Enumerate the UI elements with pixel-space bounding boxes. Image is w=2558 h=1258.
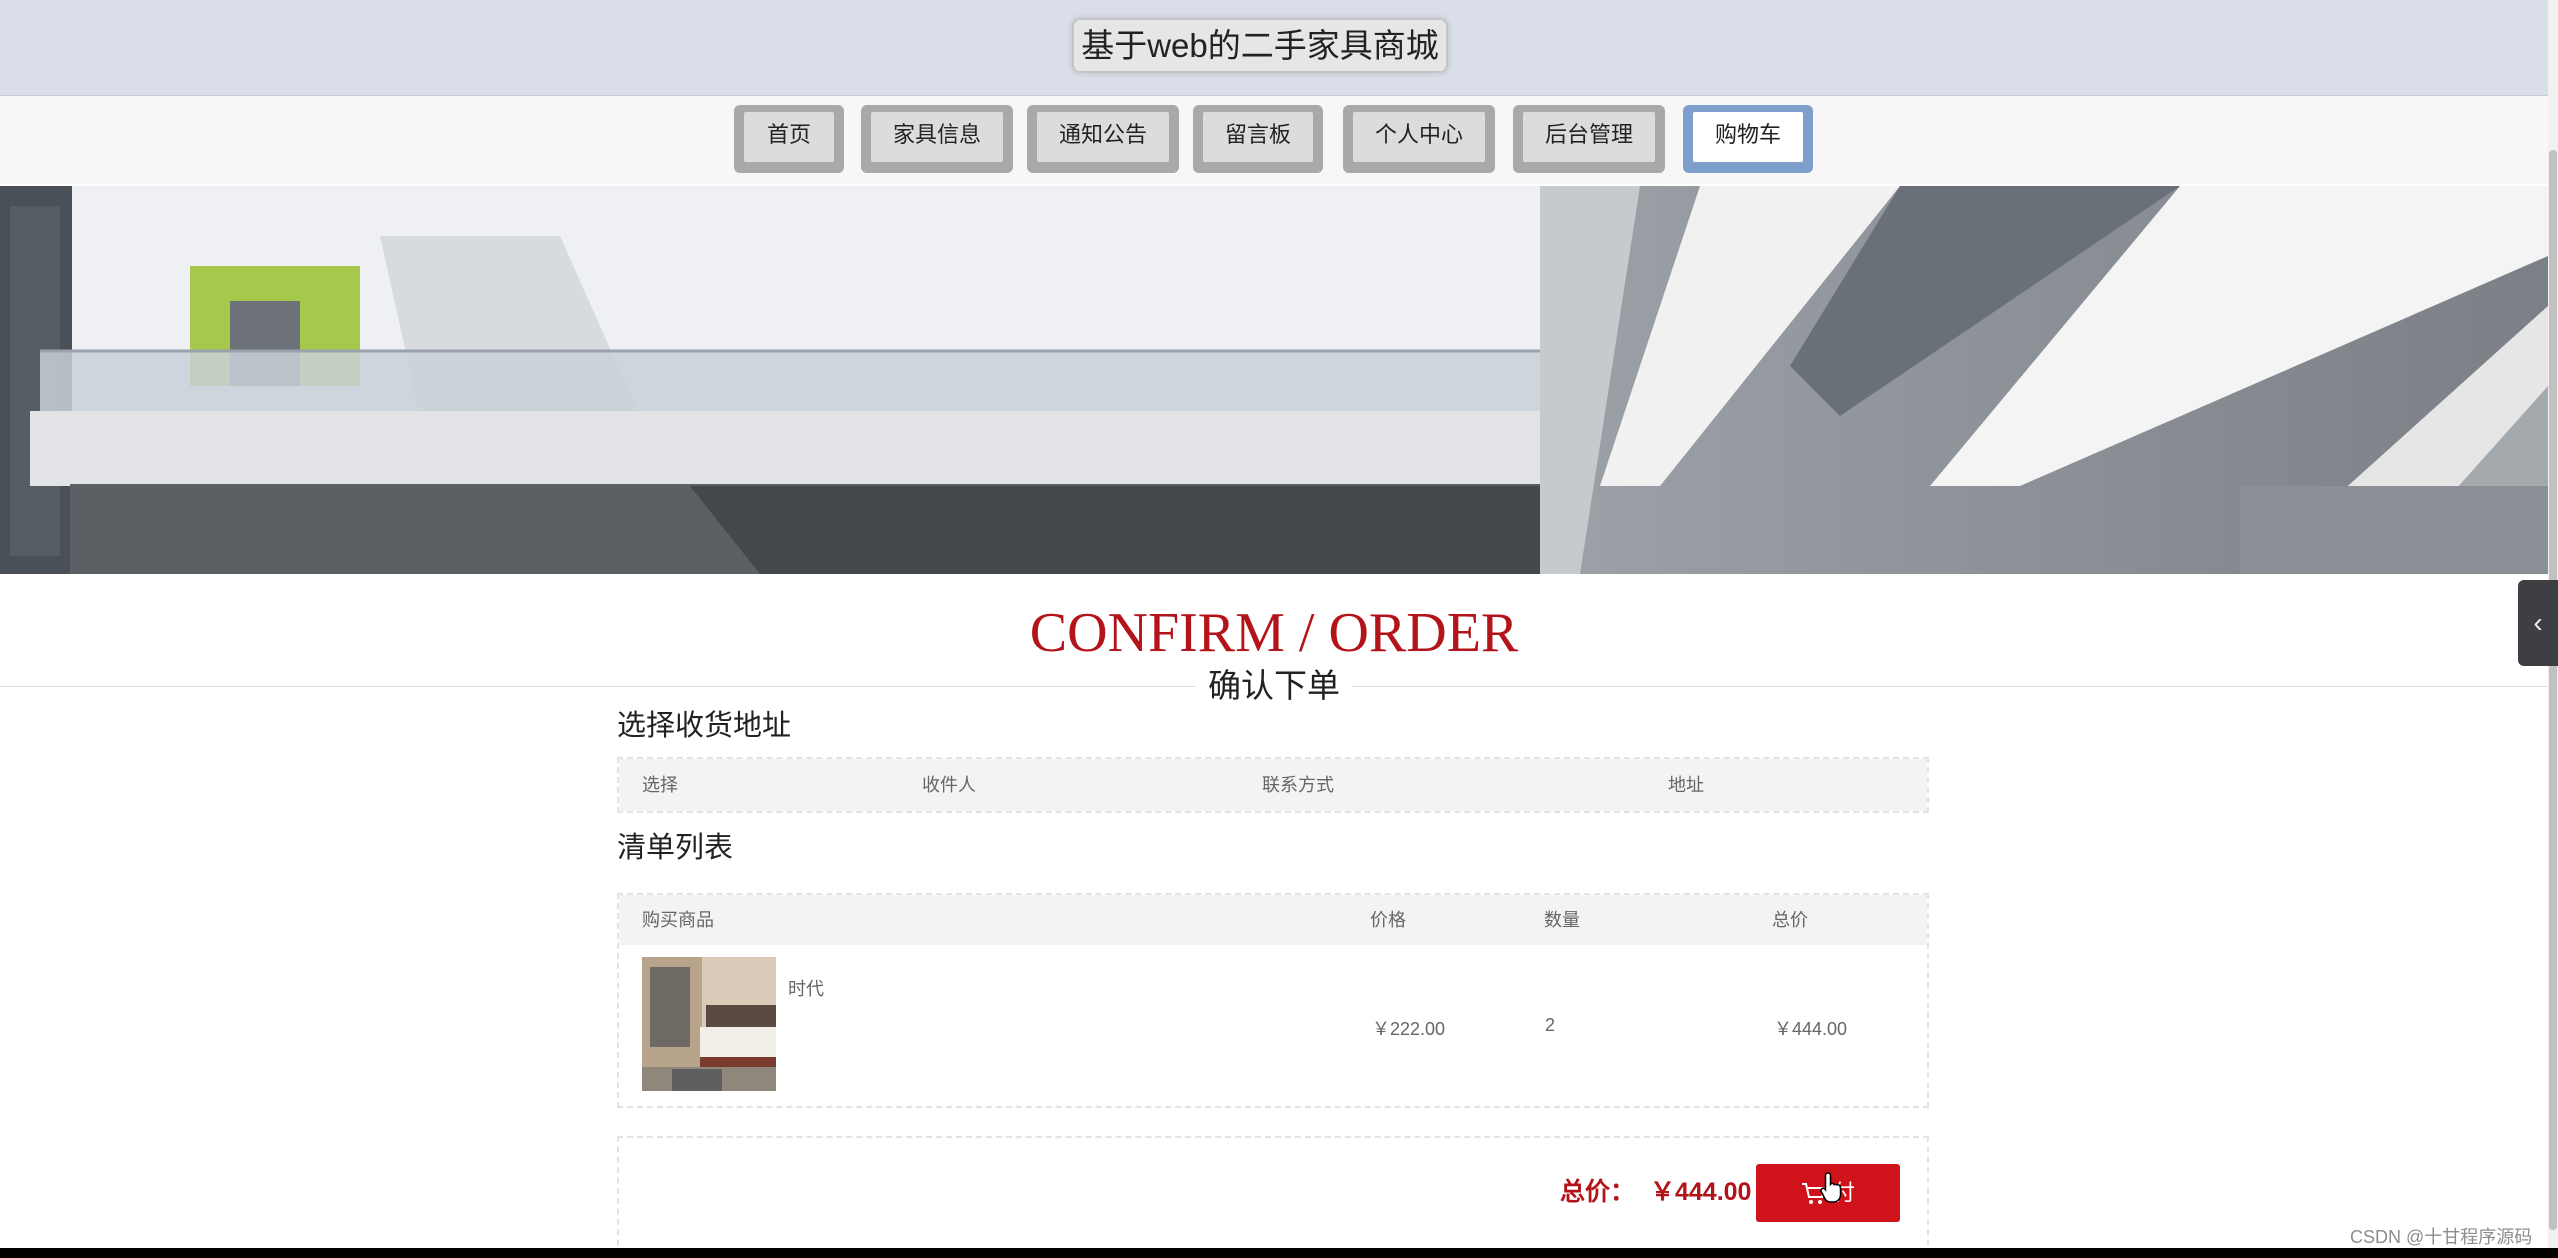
nav-label: 家具信息 [871, 112, 1003, 162]
total-label: 总价： [1560, 1178, 1636, 1206]
nav-label: 首页 [744, 112, 834, 162]
nav-item-cart[interactable]: 购物车 [1683, 105, 1813, 173]
bedroom-photo [642, 957, 776, 1091]
column-header: 价格 [1370, 910, 1406, 930]
column-header: 数量 [1544, 910, 1580, 930]
nav-label: 通知公告 [1037, 112, 1169, 162]
product-name[interactable]: 时代 [788, 975, 824, 1001]
watermark: CSDN @十甘程序源码 [2350, 1227, 2533, 1247]
building-illustration [0, 186, 2548, 574]
nav-label: 购物车 [1693, 112, 1803, 162]
nav-item-furniture[interactable]: 家具信息 [861, 105, 1013, 173]
nav-item-personal-center[interactable]: 个人中心 [1343, 105, 1495, 173]
column-header: 联系方式 [1262, 775, 1334, 795]
nav-item-notices[interactable]: 通知公告 [1027, 105, 1179, 173]
page-heading-cn: 确认下单 [1196, 664, 1352, 708]
nav-label: 后台管理 [1523, 112, 1655, 162]
address-section-title: 选择收货地址 [617, 710, 792, 742]
product-quantity: 2 [1545, 1015, 1556, 1035]
hand-cursor-icon [1820, 1172, 1842, 1203]
address-table: 选择 收件人 联系方式 地址 [617, 757, 1929, 813]
address-table-header: 选择 收件人 联系方式 地址 [619, 759, 1927, 811]
order-items-table: 购买商品 价格 数量 总价 时代 ￥222.00 2 ￥444.00 [617, 893, 1929, 1108]
scrollbar-thumb[interactable] [2549, 150, 2557, 1230]
nav-item-home[interactable]: 首页 [734, 105, 844, 173]
column-header: 地址 [1668, 775, 1704, 795]
nav-item-admin[interactable]: 后台管理 [1513, 105, 1665, 173]
column-header: 收件人 [922, 775, 976, 795]
product-subtotal: ￥444.00 [1774, 1019, 1848, 1039]
product-image[interactable] [642, 957, 776, 1091]
site-title: 基于web的二手家具商城 [1072, 18, 1448, 73]
banner-image [0, 186, 2548, 574]
column-header: 选择 [642, 775, 678, 795]
order-items-header: 购买商品 价格 数量 总价 [619, 895, 1927, 945]
nav-item-message-board[interactable]: 留言板 [1193, 105, 1323, 173]
bottom-bar [0, 1248, 2558, 1258]
nav-label: 留言板 [1203, 112, 1313, 162]
column-header: 购买商品 [642, 910, 714, 930]
product-price: ￥222.00 [1372, 1019, 1446, 1039]
page-heading-en: CONFIRM / ORDER [1029, 602, 1519, 664]
column-header: 总价 [1772, 910, 1808, 930]
nav-label: 个人中心 [1353, 112, 1485, 162]
order-list-section-title: 清单列表 [617, 832, 734, 864]
total-value: ￥444.00 [1650, 1178, 1752, 1206]
